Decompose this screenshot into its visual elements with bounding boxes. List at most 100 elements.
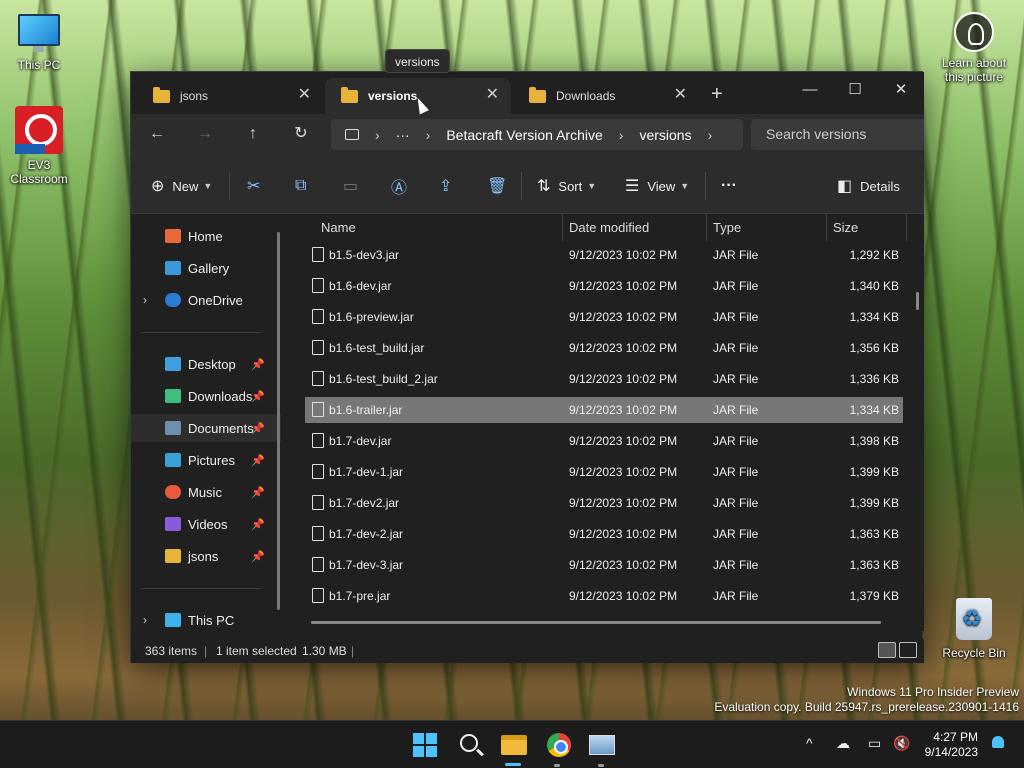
taskbar-chrome[interactable] <box>545 731 573 759</box>
column-header-type[interactable]: Type <box>713 214 741 241</box>
chevron-right-icon[interactable]: › <box>143 293 147 307</box>
file-explorer-icon <box>501 735 527 755</box>
volume-muted-icon[interactable]: 🔇 <box>893 735 910 752</box>
search-input[interactable]: Search versions <box>751 119 924 150</box>
minimize-button[interactable]: — <box>787 76 833 104</box>
breadcrumb-overflow[interactable]: ··· <box>396 127 410 143</box>
column-header-name[interactable]: Name <box>321 214 356 241</box>
sidebar-item-pictures[interactable]: Pictures 📌 <box>131 446 281 474</box>
sidebar-item-documents[interactable]: Documents 📌 <box>131 414 281 442</box>
table-row[interactable]: b1.7-pre.jar 9/12/2023 10:02 PM JAR File 1,… <box>305 583 903 609</box>
pin-icon[interactable]: 📌 <box>251 518 265 531</box>
table-row[interactable]: b1.6-dev.jar 9/12/2023 10:02 PM JAR File 1,… <box>305 273 903 299</box>
more-options-button[interactable]: ··· <box>721 174 737 198</box>
column-divider[interactable] <box>906 214 907 241</box>
tab-label: Downloads <box>556 89 616 103</box>
sidebar-item-desktop[interactable]: Desktop 📌 <box>131 350 281 378</box>
sidebar-item-onedrive[interactable]: › OneDrive <box>131 286 281 314</box>
pin-icon[interactable]: 📌 <box>251 390 265 403</box>
desktop-icon-learn-about-picture[interactable]: Learn about this picture <box>936 12 1012 84</box>
show-hidden-icons-button[interactable]: ^ <box>806 735 813 751</box>
pin-icon[interactable]: 📌 <box>251 454 265 467</box>
pin-icon[interactable]: 📌 <box>251 358 265 371</box>
table-row[interactable]: b1.7-dev.jar 9/12/2023 10:02 PM JAR File 1,… <box>305 428 903 454</box>
table-row[interactable]: b1.6-trailer.jar 9/12/2023 10:02 PM JAR Fi… <box>305 397 903 423</box>
maximize-button[interactable]: ☐ <box>832 76 878 104</box>
forward-button[interactable]: → <box>193 122 217 146</box>
sort-button[interactable]: ⇅ Sort ▼ <box>537 174 596 198</box>
view-button[interactable]: ☰ View ▼ <box>625 174 689 198</box>
pin-icon[interactable]: 📌 <box>251 550 265 563</box>
share-button[interactable]: ⇪ <box>439 174 460 198</box>
table-row[interactable]: b1.7-dev-3.jar 9/12/2023 10:02 PM JAR File… <box>305 552 903 578</box>
cut-button[interactable]: ✂ <box>247 174 268 198</box>
sidebar-item-videos[interactable]: Videos 📌 <box>131 510 281 538</box>
column-divider[interactable] <box>562 214 563 241</box>
close-tab-icon[interactable]: ✕ <box>674 87 687 103</box>
desktop-icon-this-pc[interactable]: This PC <box>1 14 77 72</box>
large-icons-view-icon[interactable] <box>899 642 917 658</box>
sidebar-item-label: OneDrive <box>188 292 243 308</box>
active-app-indicator <box>505 763 521 766</box>
new-button[interactable]: ⊕ New ▼ <box>151 174 212 198</box>
network-status-icon[interactable]: ☁ <box>836 735 850 752</box>
sidebar-item-label: Desktop <box>188 356 236 372</box>
rename-button[interactable]: Ⓐ <box>391 174 415 198</box>
paste-button[interactable]: ▭ <box>343 174 366 198</box>
table-row[interactable]: b1.5-dev3.jar 9/12/2023 10:02 PM JAR File 1… <box>305 242 903 268</box>
column-header-size[interactable]: Size <box>833 214 858 241</box>
details-pane-button[interactable]: ◧ Details <box>837 174 900 198</box>
notification-bell-icon[interactable] <box>992 736 1004 748</box>
breadcrumb-betacraft[interactable]: Betacraft Version Archive <box>446 127 602 143</box>
column-header-date[interactable]: Date modified <box>569 214 649 241</box>
breadcrumb-versions[interactable]: versions <box>639 127 691 143</box>
tab-jsons[interactable]: jsons ✕ <box>137 78 323 114</box>
search-button[interactable] <box>457 731 485 759</box>
refresh-button[interactable]: ↻ <box>289 122 313 146</box>
display-icon[interactable]: ▭ <box>868 735 881 752</box>
new-tab-button[interactable]: + <box>711 84 723 104</box>
table-row[interactable]: b1.7-dev-2.jar 9/12/2023 10:02 PM JAR File… <box>305 521 903 547</box>
taskbar-file-explorer[interactable] <box>500 731 528 759</box>
sidebar-item-home[interactable]: Home <box>131 222 281 250</box>
column-divider[interactable] <box>706 214 707 241</box>
chevron-right-icon[interactable]: › <box>143 613 147 627</box>
table-row[interactable]: b1.6-preview.jar 9/12/2023 10:02 PM JAR Fi… <box>305 304 903 330</box>
sidebar-scrollbar[interactable] <box>277 232 280 610</box>
details-view-icon[interactable] <box>878 642 896 658</box>
sidebar-item-jsons[interactable]: jsons 📌 <box>131 542 281 570</box>
table-row[interactable]: b1.6-test_build.jar 9/12/2023 10:02 PM JAR… <box>305 335 903 361</box>
navigation-bar: ← → ↑ ↻ › ··· › Betacraft Version Archiv… <box>131 114 924 154</box>
tab-downloads[interactable]: Downloads ✕ <box>513 78 699 114</box>
desktop-icon-ev3-classroom[interactable]: EV3 Classroom <box>1 106 77 186</box>
table-row[interactable]: b1.7-dev-1.jar 9/12/2023 10:02 PM JAR File… <box>305 459 903 485</box>
running-app-indicator <box>554 764 560 767</box>
pin-icon[interactable]: 📌 <box>251 486 265 499</box>
table-row[interactable]: b1.7-dev2.jar 9/12/2023 10:02 PM JAR File 1… <box>305 490 903 516</box>
file-list-horizontal-scrollbar[interactable] <box>311 621 881 624</box>
sidebar-item-downloads[interactable]: Downloads 📌 <box>131 382 281 410</box>
sidebar-item-gallery[interactable]: Gallery <box>131 254 281 282</box>
taskbar-resource-monitor[interactable] <box>588 731 616 759</box>
file-name: b1.7-dev.jar <box>329 434 392 448</box>
sidebar-item-music[interactable]: Music 📌 <box>131 478 281 506</box>
desktop-icon-recycle-bin[interactable]: Recycle Bin <box>936 598 1012 660</box>
sidebar-item-this-pc[interactable]: › This PC <box>131 606 281 634</box>
desktop-icon-label: Learn about this picture <box>941 56 1007 84</box>
close-window-button[interactable]: ✕ <box>878 76 924 104</box>
close-tab-icon[interactable]: ✕ <box>298 87 311 103</box>
pin-icon[interactable]: 📌 <box>251 422 265 435</box>
delete-button[interactable]: 🗑 <box>487 174 515 198</box>
address-bar[interactable]: › ··· › Betacraft Version Archive › vers… <box>331 119 743 150</box>
file-list-vertical-scrollbar[interactable] <box>916 292 919 310</box>
up-button[interactable]: ↑ <box>241 122 265 146</box>
system-clock[interactable]: 4:27 PM 9/14/2023 <box>925 730 978 760</box>
back-button[interactable]: ← <box>145 122 169 146</box>
start-button[interactable] <box>411 731 439 759</box>
search-icon <box>460 734 478 752</box>
file-size: 1,398 KB <box>849 434 899 448</box>
close-tab-icon[interactable]: ✕ <box>486 87 499 103</box>
copy-button[interactable]: ⧉ <box>295 174 314 198</box>
table-row[interactable]: b1.6-test_build_2.jar 9/12/2023 10:02 PM J… <box>305 366 903 392</box>
column-divider[interactable] <box>826 214 827 241</box>
